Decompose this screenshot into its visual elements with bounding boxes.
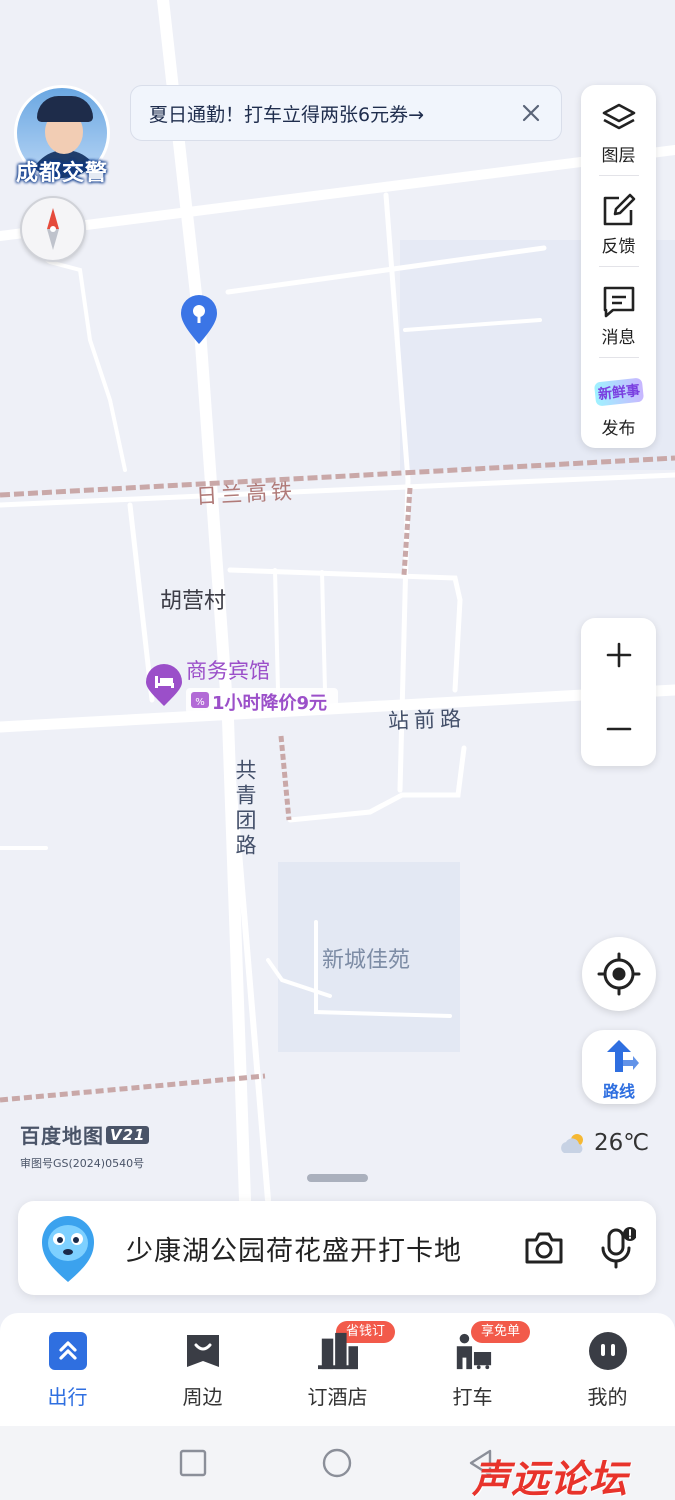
- layers-button[interactable]: 图层: [581, 85, 656, 175]
- hotel-name-label[interactable]: 商务宾馆: [186, 655, 270, 685]
- layers-label: 图层: [601, 146, 636, 166]
- promo-banner[interactable]: 夏日通勤！打车立得两张6元券→: [130, 85, 562, 141]
- village-label[interactable]: 胡营村: [160, 583, 226, 615]
- avatar-label: 成都交警: [15, 161, 108, 186]
- map-approval-code: 审图号GS(2024)0540号: [20, 1157, 145, 1170]
- target-icon: [597, 952, 641, 996]
- zoom-in-button[interactable]: [581, 618, 656, 692]
- mascot-icon[interactable]: [38, 1212, 98, 1284]
- recent-apps-icon[interactable]: [178, 1448, 208, 1478]
- new-post-badge-text: 新鲜事: [593, 377, 644, 407]
- tab-hotel[interactable]: 省钱订 订酒店: [270, 1313, 405, 1426]
- tab-hotel-label: 订酒店: [307, 1385, 368, 1409]
- feedback-label: 反馈: [601, 237, 636, 257]
- tab-nearby[interactable]: 周边: [135, 1313, 270, 1426]
- new-post-icon: 新鲜事: [593, 372, 644, 412]
- tab-travel-label: 出行: [47, 1385, 88, 1409]
- brand-logo: 百度地图 V21: [20, 1120, 150, 1149]
- weather-widget[interactable]: 26℃: [558, 1130, 649, 1156]
- community-label[interactable]: 新城佳苑: [322, 942, 410, 974]
- taxi-icon: [453, 1331, 493, 1371]
- locate-button[interactable]: [582, 937, 656, 1011]
- feedback-icon: [599, 190, 639, 230]
- layers-icon: [599, 99, 639, 139]
- message-icon: [599, 281, 639, 321]
- brand-version: V21: [106, 1125, 150, 1144]
- road-label-zhanqian: 站前路: [387, 706, 467, 734]
- zoom-out-button[interactable]: [581, 692, 656, 766]
- brand-name: 百度地图: [20, 1124, 104, 1148]
- compass-icon: [47, 208, 59, 250]
- route-label: 路线: [602, 1082, 635, 1101]
- drawer-handle[interactable]: [307, 1174, 368, 1182]
- map-brand: 百度地图 V21 审图号GS(2024)0540号: [20, 1120, 150, 1171]
- route-icon: [607, 1040, 639, 1072]
- tab-taxi[interactable]: 享免单 打车: [405, 1313, 540, 1426]
- close-icon[interactable]: [517, 99, 545, 127]
- svg-text:%: %: [195, 697, 205, 708]
- tab-nearby-label: 周边: [182, 1385, 223, 1409]
- messages-label: 消息: [601, 328, 636, 348]
- temperature: 26℃: [594, 1130, 650, 1156]
- railway-label: 日兰高铁: [195, 479, 297, 509]
- zoom-controls: [581, 618, 656, 766]
- compass-button[interactable]: [20, 196, 86, 262]
- bottom-tab-bar: 出行 周边 省钱订 订酒店 享免单 打车 我的: [0, 1313, 675, 1426]
- map-tools-panel: 图层 反馈 消息 新鲜事 发布: [581, 85, 656, 448]
- hotel-deal-label[interactable]: 1小时降价9元: [212, 689, 327, 715]
- promo-text[interactable]: 夏日通勤！打车立得两张6元券→: [149, 100, 517, 127]
- publish-label: 发布: [601, 419, 636, 439]
- coupon-icon: %: [191, 692, 209, 708]
- traffic-police-avatar[interactable]: 成都交警: [12, 85, 112, 186]
- nearby-icon: [183, 1331, 223, 1371]
- plus-icon: [606, 642, 631, 668]
- road-label-gongqingtuan: 共青团路: [233, 759, 257, 859]
- route-button[interactable]: 路线: [582, 1030, 656, 1104]
- tab-profile-label: 我的: [587, 1385, 628, 1409]
- microphone-icon[interactable]: [594, 1226, 638, 1270]
- forum-watermark: 声远论坛: [472, 1457, 629, 1500]
- feedback-button[interactable]: 反馈: [581, 176, 656, 266]
- messages-button[interactable]: 消息: [581, 267, 656, 357]
- search-input[interactable]: 少康湖公园荷花盛开打卡地: [126, 1229, 522, 1268]
- tab-taxi-label: 打车: [452, 1385, 493, 1409]
- partly-cloudy-icon: [561, 1134, 583, 1153]
- tab-profile[interactable]: 我的: [540, 1313, 675, 1426]
- tab-travel[interactable]: 出行: [0, 1313, 135, 1426]
- hotel-icon: [317, 1331, 358, 1371]
- publish-button[interactable]: 新鲜事 发布: [581, 358, 656, 448]
- camera-icon[interactable]: [522, 1226, 566, 1270]
- minus-icon: [606, 727, 631, 731]
- profile-icon: [588, 1331, 628, 1371]
- travel-icon: [48, 1331, 88, 1371]
- search-bar[interactable]: 少康湖公园荷花盛开打卡地: [18, 1201, 656, 1295]
- home-icon[interactable]: [322, 1448, 352, 1478]
